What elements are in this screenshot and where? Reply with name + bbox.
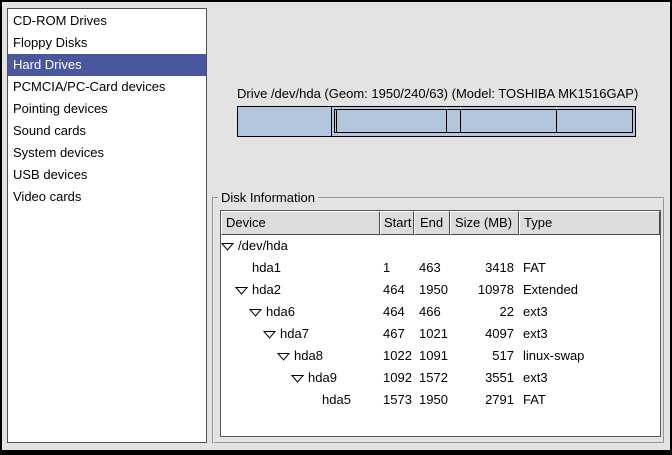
start-cell: 1 (380, 257, 414, 279)
tree-indent (221, 268, 235, 269)
tree-indent (221, 400, 305, 401)
expander-icon[interactable] (249, 308, 266, 317)
start-cell (380, 235, 414, 257)
end-cell: 466 (414, 301, 450, 323)
table-row-dev-hda[interactable]: /dev/hda (221, 235, 660, 257)
end-cell: 1021 (414, 323, 450, 345)
tree-indent (221, 312, 249, 313)
tree-indent (221, 290, 235, 291)
expander-icon[interactable] (277, 352, 294, 361)
table-row-hda6[interactable]: hda6 464 466 22 ext3 (221, 301, 660, 323)
table-row-hda1[interactable]: hda1 1 463 3418 FAT (221, 257, 660, 279)
device-name: hda8 (294, 345, 323, 367)
device-category-list: CD-ROM Drives Floppy Disks Hard Drives P… (7, 8, 207, 443)
tree-indent (221, 334, 263, 335)
end-cell: 1572 (414, 367, 450, 389)
column-header-start[interactable]: Start (380, 211, 414, 235)
end-cell: 463 (414, 257, 450, 279)
extended-partition-hda2 (334, 109, 633, 133)
partition-segment-hda7 (337, 110, 447, 132)
type-cell: ext3 (519, 301, 660, 323)
size-cell: 3418 (450, 257, 519, 279)
type-cell: FAT (519, 389, 660, 411)
type-cell: ext3 (519, 367, 660, 389)
sidebar-item-system-devices[interactable]: System devices (8, 142, 206, 164)
start-cell: 464 (380, 279, 414, 301)
end-cell (414, 235, 450, 257)
type-cell (519, 235, 660, 257)
size-cell: 3551 (450, 367, 519, 389)
partition-segment-hda5 (557, 110, 632, 132)
device-name: hda9 (308, 367, 337, 389)
table-row-hda8[interactable]: hda8 1022 1091 517 linux-swap (221, 345, 660, 367)
size-cell: 22 (450, 301, 519, 323)
size-cell: 4097 (450, 323, 519, 345)
type-cell: linux-swap (519, 345, 660, 367)
disk-information-table: Device Start End Size (MB) Type /dev/hda (220, 210, 661, 437)
sidebar-item-hard-drives[interactable]: Hard Drives (8, 54, 206, 76)
table-row-hda2[interactable]: hda2 464 1950 10978 Extended (221, 279, 660, 301)
table-row-hda9[interactable]: hda9 1092 1572 3551 ext3 (221, 367, 660, 389)
table-header-row: Device Start End Size (MB) Type (221, 211, 660, 235)
column-header-device[interactable]: Device (221, 211, 380, 235)
partition-segment-hda8 (447, 110, 461, 132)
drive-info-label: Drive /dev/hda (Geom: 1950/240/63) (Mode… (237, 86, 638, 101)
device-name: hda7 (280, 323, 309, 345)
disk-information-frame: Disk Information Device Start End Size (… (212, 197, 665, 444)
device-name: /dev/hda (238, 235, 288, 257)
start-cell: 1573 (380, 389, 414, 411)
end-cell: 1950 (414, 389, 450, 411)
table-body: /dev/hda hda1 1 463 3418 F (221, 235, 660, 411)
size-cell (450, 235, 519, 257)
table-row-hda5[interactable]: hda5 1573 1950 2791 FAT (221, 389, 660, 411)
device-name: hda1 (252, 257, 281, 279)
sidebar-item-floppy-disks[interactable]: Floppy Disks (8, 32, 206, 54)
table-row-hda7[interactable]: hda7 467 1021 4097 ext3 (221, 323, 660, 345)
disk-information-frame-label: Disk Information (218, 190, 318, 206)
partition-segment-hda1 (238, 107, 332, 136)
type-cell: ext3 (519, 323, 660, 345)
start-cell: 1022 (380, 345, 414, 367)
size-cell: 517 (450, 345, 519, 367)
expander-icon[interactable] (291, 374, 308, 383)
start-cell: 464 (380, 301, 414, 323)
type-cell: Extended (519, 279, 660, 301)
column-header-size[interactable]: Size (MB) (450, 211, 519, 235)
size-cell: 2791 (450, 389, 519, 411)
device-name: hda2 (252, 279, 281, 301)
size-cell: 10978 (450, 279, 519, 301)
device-name: hda6 (266, 301, 295, 323)
sidebar-item-sound-cards[interactable]: Sound cards (8, 120, 206, 142)
end-cell: 1950 (414, 279, 450, 301)
window-content: CD-ROM Drives Floppy Disks Hard Drives P… (2, 2, 670, 450)
device-name: hda5 (322, 389, 351, 411)
type-cell: FAT (519, 257, 660, 279)
partition-segment-hda9 (461, 110, 557, 132)
sidebar-item-pointing-devices[interactable]: Pointing devices (8, 98, 206, 120)
tree-indent (221, 378, 291, 379)
expander-icon[interactable] (221, 242, 238, 251)
start-cell: 467 (380, 323, 414, 345)
partition-bar (237, 106, 636, 137)
sidebar-item-cdrom-drives[interactable]: CD-ROM Drives (8, 10, 206, 32)
start-cell: 1092 (380, 367, 414, 389)
expander-icon[interactable] (235, 286, 252, 295)
expander-icon[interactable] (263, 330, 280, 339)
end-cell: 1091 (414, 345, 450, 367)
tree-indent (221, 356, 277, 357)
column-header-end[interactable]: End (414, 211, 450, 235)
hardware-browser-window: CD-ROM Drives Floppy Disks Hard Drives P… (0, 0, 672, 455)
sidebar-item-video-cards[interactable]: Video cards (8, 186, 206, 208)
sidebar-item-usb-devices[interactable]: USB devices (8, 164, 206, 186)
sidebar-item-pcmcia-devices[interactable]: PCMCIA/PC-Card devices (8, 76, 206, 98)
column-header-type[interactable]: Type (519, 211, 660, 235)
